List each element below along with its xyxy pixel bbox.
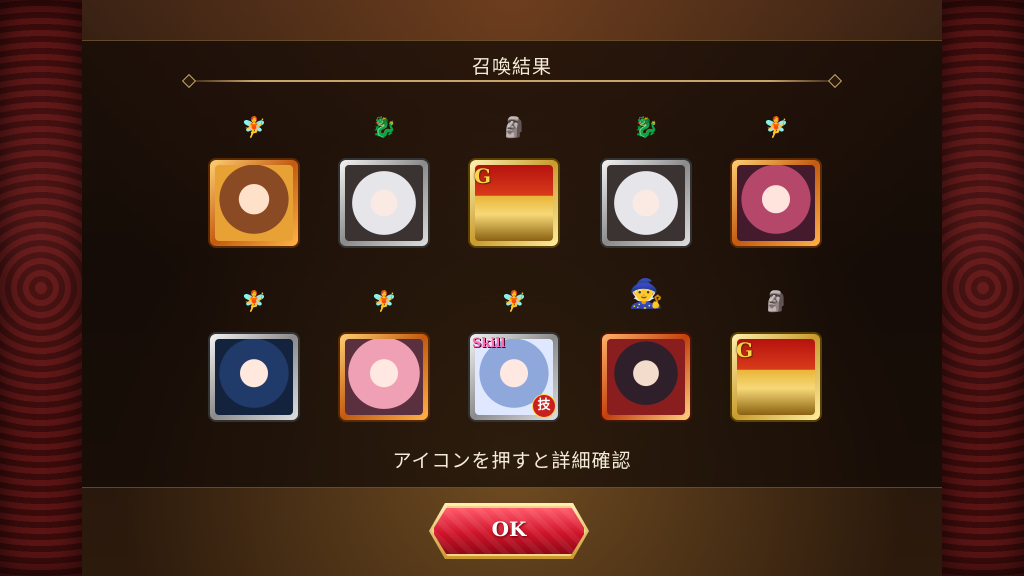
unit-icon-4[interactable]: [600, 158, 692, 248]
unit-icon-2[interactable]: [338, 158, 430, 248]
golem-sprite-icon: 🗿: [763, 289, 789, 313]
hint-text: アイコンを押すと詳細確認: [392, 450, 632, 472]
result-slot-8: 🧚 Skill 技: [468, 286, 560, 426]
result-slot-9: 🧙: [600, 270, 692, 426]
right-ornament: [942, 0, 1024, 576]
gold-badge: G: [736, 338, 754, 362]
ok-button-label: OK: [491, 517, 527, 541]
result-slot-5: 🧚: [730, 112, 822, 252]
unit-icon-5[interactable]: [730, 158, 822, 248]
fairy-sprite-icon: 🧚: [371, 289, 397, 313]
golem-sprite-icon: 🗿: [501, 115, 527, 139]
page-title: 召喚結果: [471, 56, 552, 78]
fairy-sprite-icon: 🧚: [763, 115, 789, 139]
ok-button[interactable]: OK: [429, 503, 589, 559]
fairy-sprite-icon: 🧚: [501, 289, 527, 313]
result-slot-3: 🗿 G: [468, 112, 560, 252]
unit-icon-1[interactable]: [208, 158, 300, 248]
left-ornament: [0, 0, 82, 576]
unit-icon-8[interactable]: Skill 技: [468, 332, 560, 422]
dragon-rider-sprite-icon: 🐉: [633, 115, 659, 139]
fairy-sprite-icon: 🧚: [241, 115, 267, 139]
witch-sprite-icon: 🧙: [628, 276, 664, 310]
result-slot-7: 🧚: [338, 286, 430, 426]
result-slot-4: 🐉: [600, 112, 692, 252]
result-slot-1: 🧚: [208, 112, 300, 252]
skill-corner-badge: 技: [532, 394, 556, 418]
result-slot-6: 🧚: [208, 286, 300, 426]
result-slot-10: 🗿 G: [730, 286, 822, 426]
unit-icon-6[interactable]: [208, 332, 300, 422]
gold-badge: G: [474, 164, 492, 188]
unit-icon-3[interactable]: G: [468, 158, 560, 248]
title-divider: [190, 80, 834, 82]
skill-badge: Skill: [472, 336, 506, 351]
dragon-rider-sprite-icon: 🐉: [371, 115, 397, 139]
result-slot-2: 🐉: [338, 112, 430, 252]
fairy-sprite-icon: 🧚: [241, 289, 267, 313]
unit-icon-9[interactable]: [600, 332, 692, 422]
unit-icon-7[interactable]: [338, 332, 430, 422]
unit-icon-10[interactable]: G: [730, 332, 822, 422]
